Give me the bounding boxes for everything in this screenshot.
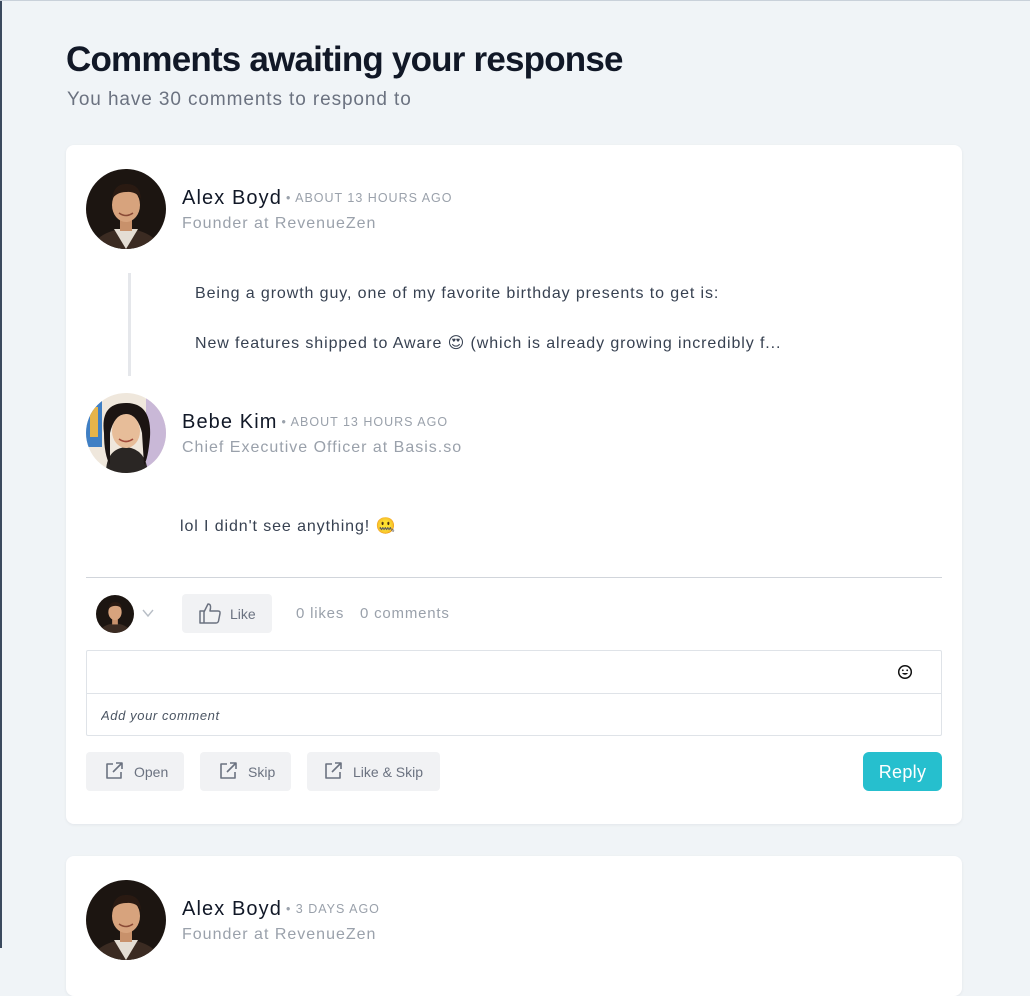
editor-toolbar [87, 651, 941, 694]
comment-card: Alex Boyd • ABOUT 13 HOURS AGO Founder at… [66, 145, 962, 824]
top-border [0, 0, 1030, 1]
external-link-icon [218, 761, 238, 786]
reply-author-name[interactable]: Bebe Kim • ABOUT 13 HOURS AGO [182, 411, 448, 434]
reply-time: • ABOUT 13 HOURS AGO [281, 415, 449, 429]
comment-card: Alex Boyd • 3 DAYS AGO Founder at Revenue… [66, 856, 962, 996]
skip-button[interactable]: Skip [200, 752, 291, 791]
like-button-label: Like [230, 606, 256, 622]
quote-bar [128, 273, 131, 376]
external-link-icon [104, 761, 124, 786]
open-button-label: Open [134, 764, 169, 780]
emoji-icon[interactable] [897, 664, 913, 680]
reply-author-avatar[interactable] [86, 393, 166, 473]
chevron-down-icon[interactable] [141, 606, 155, 620]
left-border [0, 0, 2, 948]
comment-input[interactable] [101, 705, 921, 725]
author-name[interactable]: Alex Boyd • ABOUT 13 HOURS AGO [182, 187, 453, 210]
likes-count: 0 likes [296, 605, 345, 622]
author-name[interactable]: Alex Boyd • 3 DAYS AGO [182, 898, 380, 921]
reply-author-name-text[interactable]: Bebe Kim [182, 411, 278, 433]
external-link-icon [323, 761, 343, 786]
reply-text: lol I didn't see anything! 🤐 [180, 518, 397, 535]
like-and-skip-button-label: Like & Skip [353, 764, 424, 780]
page-subtitle: You have 30 comments to respond to [67, 89, 412, 110]
thumbs-up-icon [198, 602, 222, 629]
like-button[interactable]: Like [182, 594, 272, 633]
reply-author-role: Chief Executive Officer at Basis.so [182, 439, 463, 456]
post-text-line: Being a growth guy, one of my favorite b… [195, 285, 720, 302]
author-avatar[interactable] [86, 880, 166, 960]
author-avatar[interactable] [86, 169, 166, 249]
page-title: Comments awaiting your response [66, 40, 624, 79]
post-time: • ABOUT 13 HOURS AGO [285, 191, 453, 205]
account-avatar[interactable] [96, 595, 134, 633]
open-button[interactable]: Open [86, 752, 184, 791]
like-and-skip-button[interactable]: Like & Skip [307, 752, 440, 791]
skip-button-label: Skip [248, 764, 276, 780]
divider [86, 577, 942, 578]
author-role: Founder at RevenueZen [182, 926, 377, 943]
post-time: • 3 DAYS AGO [285, 902, 380, 916]
author-name-text[interactable]: Alex Boyd [182, 898, 282, 920]
author-name-text[interactable]: Alex Boyd [182, 187, 282, 209]
reply-button[interactable]: Reply [863, 752, 942, 791]
comments-count: 0 comments [360, 605, 450, 622]
author-role: Founder at RevenueZen [182, 215, 377, 232]
post-text-line: New features shipped to Aware 😍 (which i… [195, 335, 782, 352]
comment-editor[interactable] [86, 650, 942, 736]
